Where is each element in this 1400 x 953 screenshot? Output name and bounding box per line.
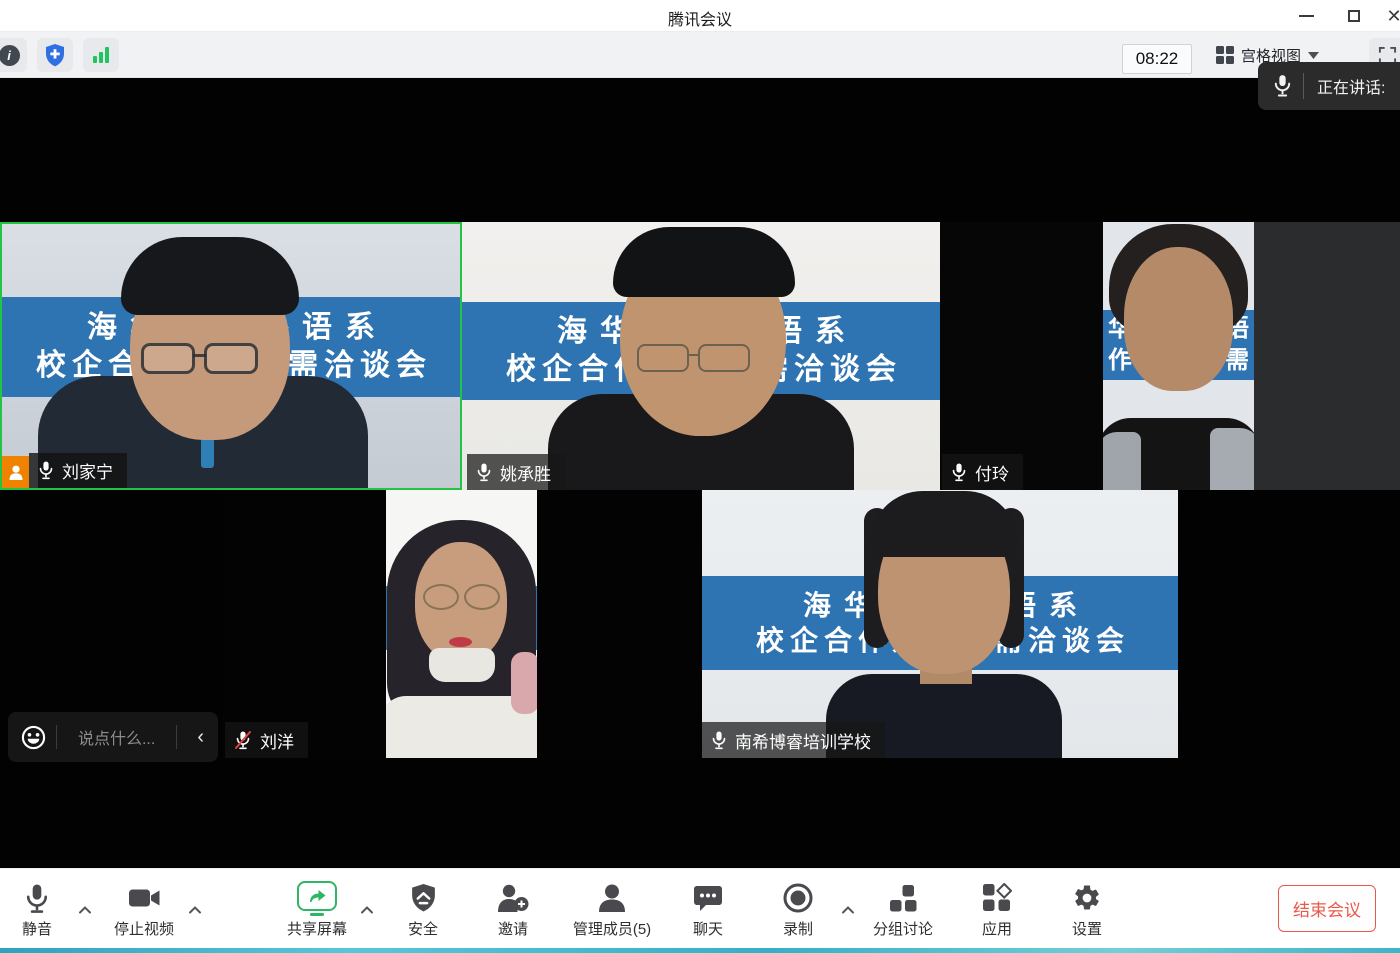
participant-nametag: 付玲 (942, 454, 1023, 490)
meeting-timer: 08:22 (1122, 44, 1192, 74)
video-stage: 海华学院外语系 校企合作人才供需洽谈会 (0, 78, 1400, 868)
video-tile-liuyang[interactable]: 华 语 作 需 (223, 490, 702, 758)
video-tile-fuling[interactable]: 华 语 作 需 (940, 222, 1400, 490)
participant-name: 南希博睿培训学校 (735, 728, 871, 753)
mic-muted-icon (235, 731, 251, 750)
participant-silhouette (462, 222, 940, 490)
video-tile-nanxiborui[interactable]: 海华学院外语系 校企合作人才供需洽谈会 南希博睿培训学校 (702, 490, 1178, 758)
participant-name: 姚承胜 (500, 460, 551, 485)
emoji-button[interactable] (21, 725, 46, 750)
shield-plus-icon (44, 43, 66, 68)
participant-name: 刘家宁 (62, 458, 113, 483)
now-speaking-panel: 正在讲话: (1258, 62, 1400, 110)
meeting-protect-button[interactable] (37, 38, 73, 72)
divider (176, 725, 177, 749)
desktop-taskbar-sliver (0, 948, 1400, 953)
quick-chat-bar: 说点什么... ‹ (8, 712, 218, 762)
divider (56, 725, 57, 749)
host-person-icon (8, 464, 24, 481)
titlebar: 腾讯会议 ✕ (0, 0, 1400, 32)
members-icon (597, 884, 627, 913)
tile-filler (1254, 222, 1400, 490)
chat-icon (693, 885, 723, 912)
close-button[interactable]: ✕ (1382, 4, 1400, 28)
bottom-toolbar: 静音 停止视频 (0, 868, 1400, 948)
info-icon: i (0, 45, 20, 66)
settings-button[interactable]: 设置 (1027, 879, 1147, 939)
participant-nametag: 姚承胜 (467, 454, 565, 490)
maximize-button[interactable] (1342, 4, 1366, 28)
minimize-icon (1299, 15, 1314, 17)
invite-icon (496, 884, 530, 913)
chevron-down-icon (1308, 52, 1319, 59)
video-tile-liujianing[interactable]: 海华学院外语系 校企合作人才供需洽谈会 (0, 222, 462, 490)
shield-icon (410, 883, 437, 913)
stop-video-button[interactable]: 停止视频 (84, 879, 204, 939)
maximize-icon (1348, 10, 1360, 22)
mic-on-icon (39, 461, 53, 480)
participant-silhouette (702, 490, 1178, 758)
microphone-icon (23, 883, 51, 914)
close-icon: ✕ (1386, 7, 1400, 25)
participant-silhouette (386, 490, 537, 758)
settings-gear-icon (1072, 883, 1102, 913)
collapse-chat-button[interactable]: ‹ (197, 727, 204, 747)
smiley-icon (21, 725, 46, 750)
portrait-video: 华 语 作 需 (386, 490, 537, 758)
divider (1303, 73, 1304, 99)
participant-silhouette (2, 224, 460, 488)
host-badge (2, 456, 29, 488)
top-toolbar: i 08:22 宫格视图 (0, 32, 1400, 78)
mic-on-icon (712, 731, 726, 750)
camera-icon (128, 885, 161, 911)
participant-nametag: 刘洋 (225, 722, 308, 758)
participant-name: 刘洋 (260, 728, 294, 753)
portrait-video: 华 语 作 需 (1103, 222, 1254, 490)
participant-nametag: 刘家宁 (29, 453, 127, 488)
record-button[interactable]: 录制 (738, 879, 858, 939)
app-title: 腾讯会议 (0, 6, 1400, 30)
participant-name: 付玲 (975, 460, 1009, 485)
video-options-caret[interactable] (188, 905, 202, 914)
grid-view-icon (1216, 46, 1234, 64)
breakout-icon (889, 884, 918, 913)
record-icon (782, 882, 814, 914)
signal-bars-icon (93, 47, 109, 63)
chat-input[interactable]: 说点什么... (67, 725, 166, 749)
meeting-window: 腾讯会议 ✕ i 08:22 宫格视图 (0, 0, 1400, 953)
participant-nametag: 南希博睿培训学校 (702, 722, 885, 758)
mic-on-icon (477, 463, 491, 482)
share-screen-button[interactable]: 共享屏幕 (257, 879, 377, 939)
network-status-button[interactable] (83, 38, 119, 72)
participant-silhouette (1103, 222, 1254, 490)
speaking-label: 正在讲话: (1317, 74, 1385, 98)
minimize-button[interactable] (1294, 4, 1318, 28)
end-meeting-button[interactable]: 结束会议 (1278, 885, 1376, 932)
video-tile-yaochengsheng[interactable]: 海华学院外语系 校企合作人才供需洽谈会 姚承胜 (462, 222, 940, 490)
mic-on-icon (952, 463, 966, 482)
share-screen-icon (297, 881, 337, 916)
chevron-up-icon (188, 905, 202, 914)
meeting-info-button[interactable]: i (0, 38, 27, 72)
apps-icon (982, 883, 1012, 913)
speaking-mic-icon (1274, 74, 1291, 98)
